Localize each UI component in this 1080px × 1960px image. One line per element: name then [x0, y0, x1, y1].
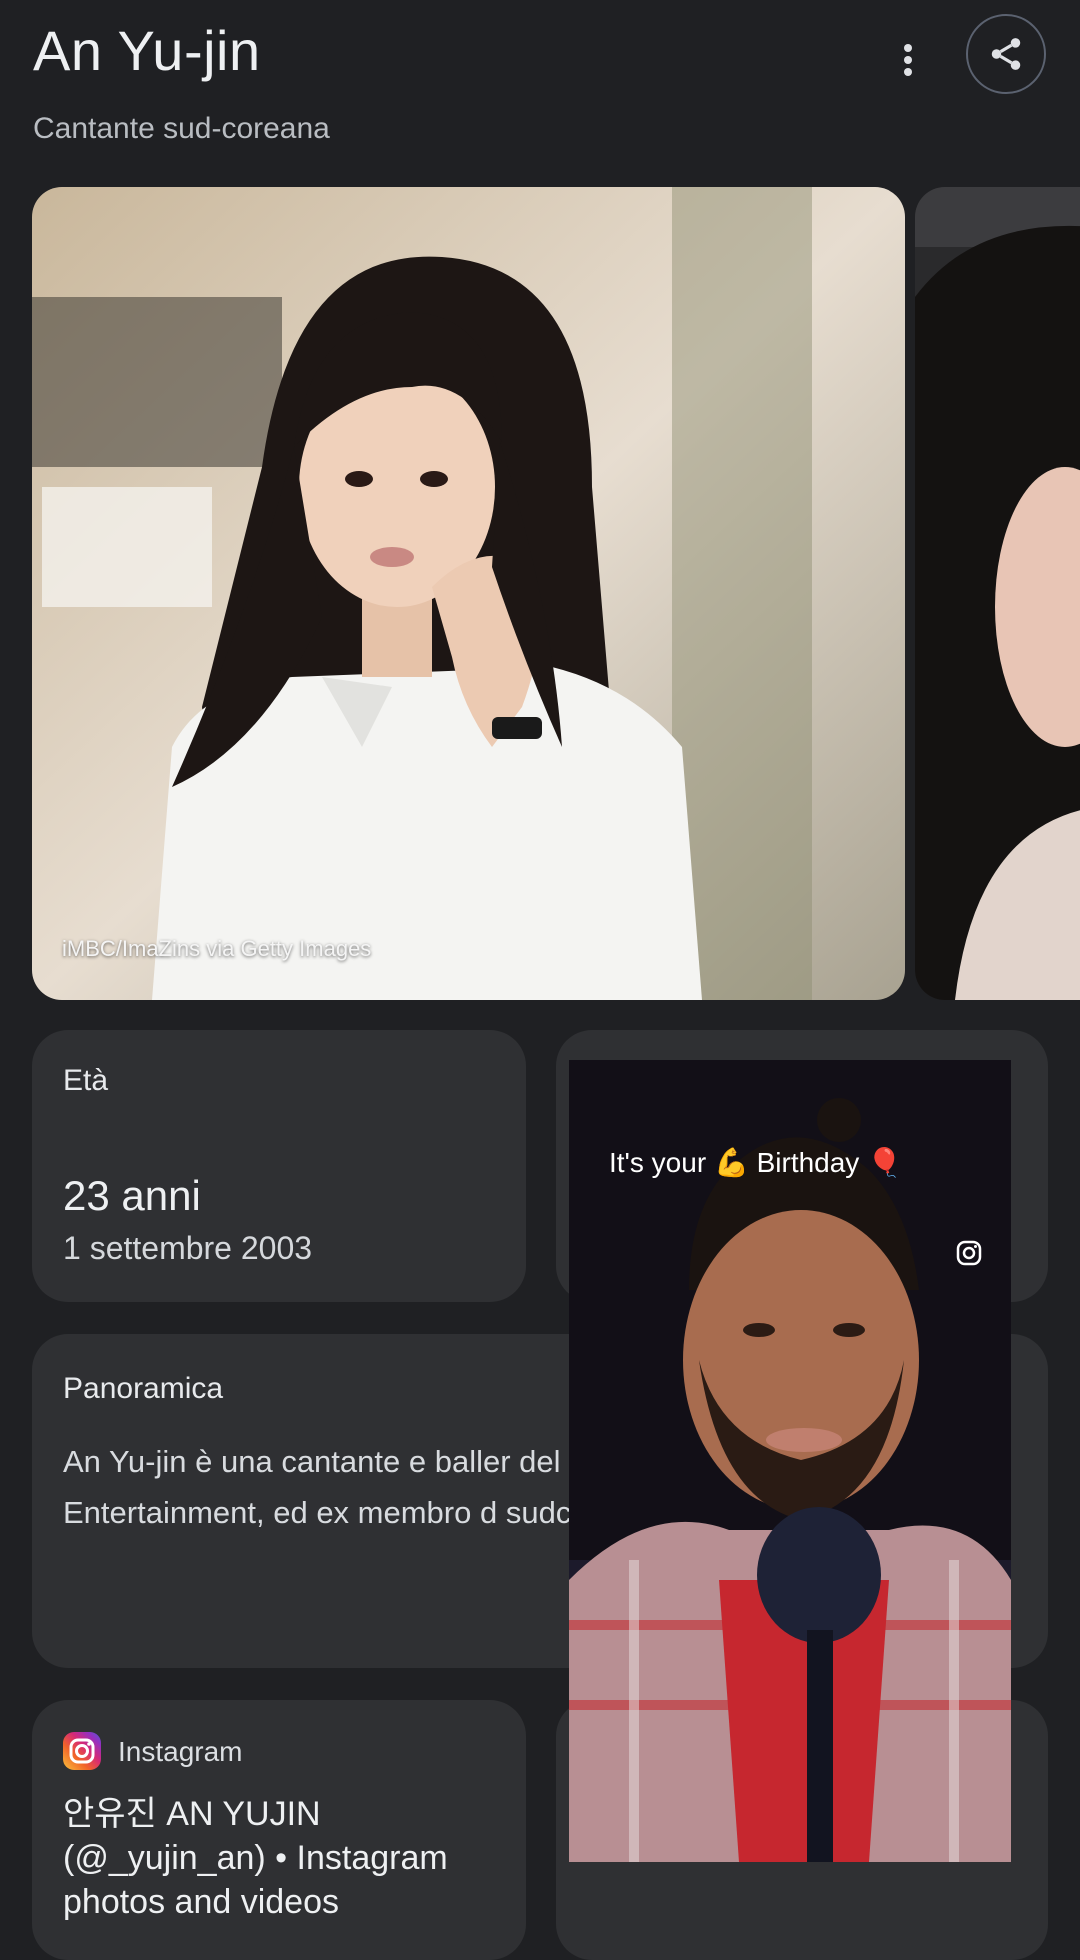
birth-date: 1 settembre 2003 [63, 1230, 313, 1266]
instagram-icon [956, 1240, 982, 1266]
photo-credit: iMBC/ImaZins via Getty Images [62, 936, 372, 961]
caption-text-after: Birthday [756, 1147, 860, 1178]
age-label: Età [63, 1064, 109, 1097]
video-frame [569, 1060, 1011, 1862]
instagram-source-label: Instagram [118, 1736, 243, 1767]
share-button[interactable] [966, 14, 1046, 94]
balloon-emoji-icon: 🎈 [867, 1147, 902, 1178]
more-vert-icon [904, 44, 912, 76]
second-portrait-photo [915, 187, 1080, 1000]
share-icon [991, 38, 1021, 70]
overview-label: Panoramica [63, 1372, 224, 1405]
instagram-icon [63, 1732, 101, 1770]
page-subtitle: Cantante sud-coreana [33, 112, 330, 145]
more-options-button[interactable] [880, 30, 936, 90]
main-photo[interactable]: iMBC/ImaZins via Getty Images [32, 187, 905, 1000]
page-title: An Yu-jin [33, 19, 261, 82]
video-overlay[interactable]: It's your 💪 Birthday 🎈 [569, 1060, 1011, 1862]
image-carousel[interactable]: iMBC/ImaZins via Getty Images [32, 187, 1080, 1000]
instagram-result-title[interactable]: 안유진 AN YUJIN (@_yujin_an) • Instagram ph… [63, 1792, 513, 1924]
flexed-biceps-emoji-icon: 💪 [713, 1147, 749, 1178]
age-card[interactable]: Età 23 anni 1 settembre 2003 [32, 1030, 526, 1302]
caption-text-before: It's your [609, 1147, 707, 1178]
second-photo[interactable] [915, 187, 1080, 1000]
instagram-card[interactable]: Instagram 안유진 AN YUJIN (@_yujin_an) • In… [32, 1700, 526, 1960]
portrait-photo [32, 187, 905, 1000]
age-value: 23 anni [63, 1172, 201, 1219]
video-caption: It's your 💪 Birthday 🎈 [609, 1146, 902, 1179]
